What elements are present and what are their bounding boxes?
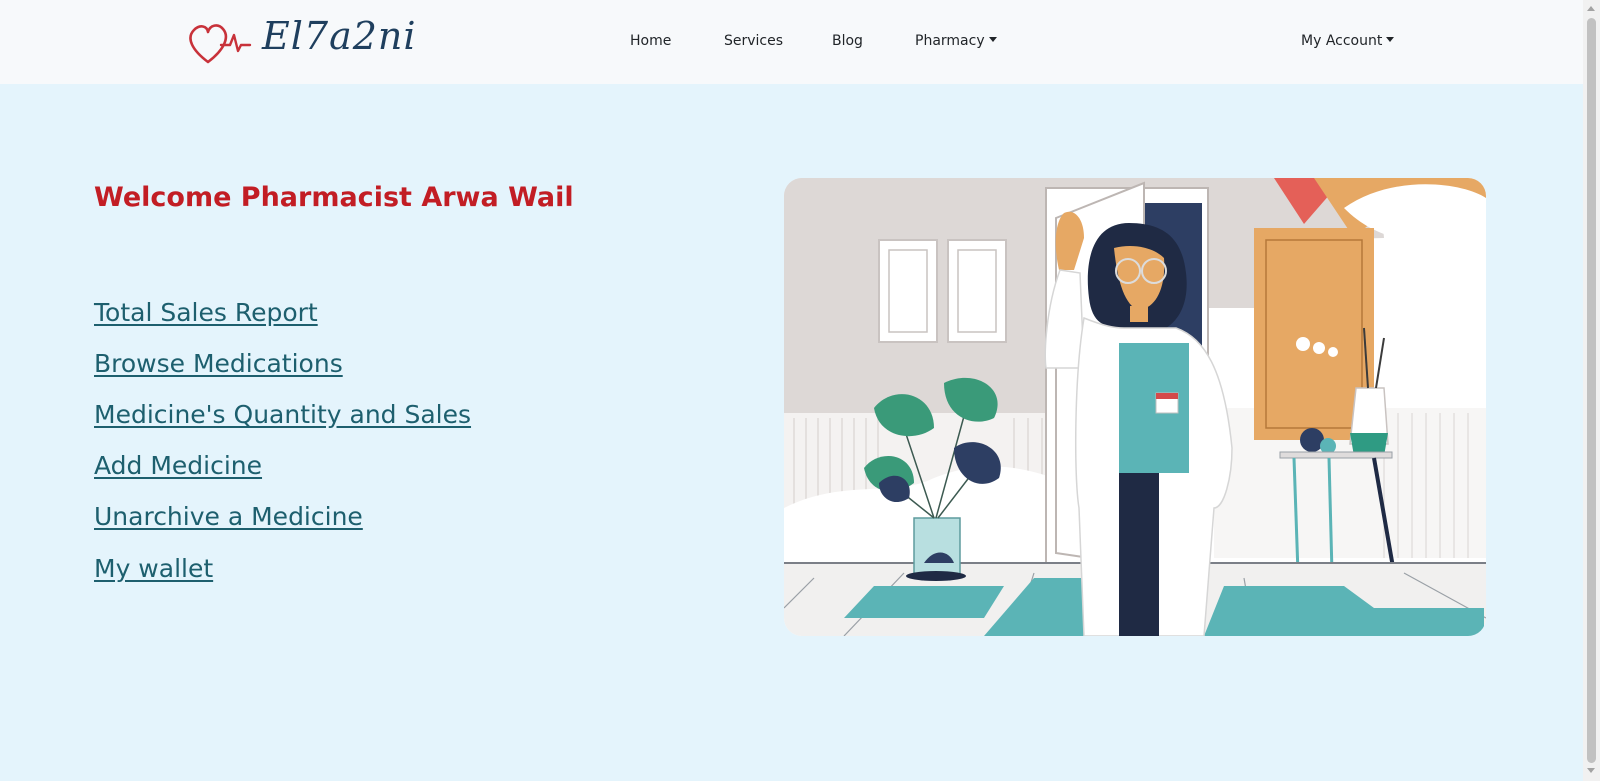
brand-logo[interactable]: El7a2ni (188, 12, 416, 72)
vertical-scrollbar[interactable] (1583, 0, 1600, 781)
nav-pharmacy-dropdown[interactable]: Pharmacy (915, 33, 997, 49)
scroll-down-icon[interactable] (1587, 768, 1595, 773)
nav-pharmacy-label: Pharmacy (915, 33, 985, 49)
pharmacist-illustration (784, 178, 1486, 636)
nav-services[interactable]: Services (724, 33, 783, 49)
link-add-medicine[interactable]: Add Medicine (94, 451, 262, 480)
nav-home[interactable]: Home (630, 33, 671, 49)
link-total-sales-report[interactable]: Total Sales Report (94, 298, 318, 327)
nav-blog[interactable]: Blog (832, 33, 863, 49)
logo-text: El7a2ni (262, 14, 417, 58)
navbar: El7a2ni Home Services Blog Pharmacy My A… (0, 0, 1583, 84)
nav-account-dropdown[interactable]: My Account (1301, 33, 1395, 49)
caret-down-icon (988, 37, 997, 42)
link-unarchive-medicine[interactable]: Unarchive a Medicine (94, 502, 363, 531)
nav-account-label: My Account (1301, 33, 1383, 49)
link-browse-medications[interactable]: Browse Medications (94, 349, 343, 378)
caret-down-icon (1386, 37, 1395, 42)
scroll-thumb[interactable] (1587, 18, 1596, 763)
link-medicine-quantity-sales[interactable]: Medicine's Quantity and Sales (94, 400, 471, 429)
scroll-up-icon[interactable] (1587, 6, 1595, 11)
link-my-wallet[interactable]: My wallet (94, 554, 213, 583)
welcome-heading: Welcome Pharmacist Arwa Wail (94, 182, 574, 213)
